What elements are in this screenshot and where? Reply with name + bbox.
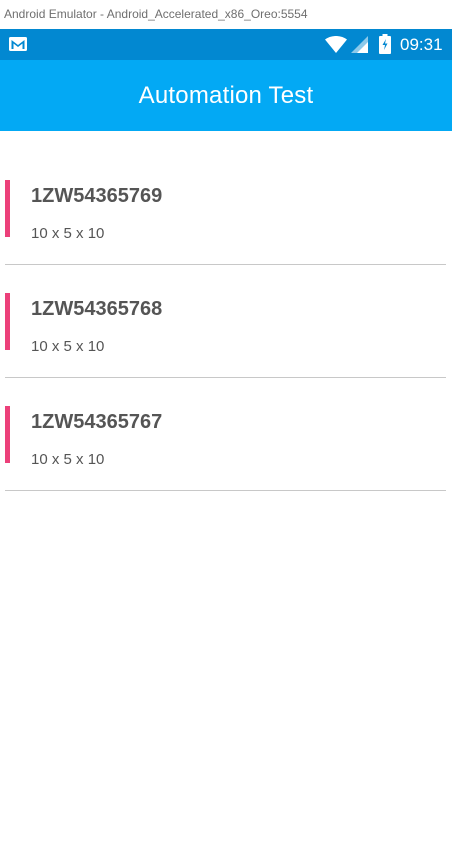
list-item[interactable]: 1ZW54365769 10 x 5 x 10 bbox=[0, 131, 452, 265]
tracking-number: 1ZW54365769 bbox=[31, 185, 163, 207]
tracking-number: 1ZW54365768 bbox=[31, 298, 163, 320]
app-bar-title: Automation Test bbox=[138, 81, 314, 109]
app-bar: Automation Test bbox=[0, 60, 452, 131]
package-dimensions: 10 x 5 x 10 bbox=[31, 338, 105, 355]
accent-bar bbox=[5, 406, 10, 463]
wifi-icon bbox=[325, 36, 347, 53]
status-bar: 09:31 bbox=[0, 29, 452, 60]
accent-bar bbox=[5, 293, 10, 350]
divider bbox=[5, 490, 446, 491]
tracking-number: 1ZW54365767 bbox=[31, 411, 163, 433]
signal-icon bbox=[351, 36, 368, 53]
status-clock: 09:31 bbox=[400, 35, 443, 54]
accent-bar bbox=[5, 180, 10, 237]
package-dimensions: 10 x 5 x 10 bbox=[31, 451, 105, 468]
emulator-window-title: Android Emulator - Android_Accelerated_x… bbox=[0, 0, 452, 29]
list-item[interactable]: 1ZW54365767 10 x 5 x 10 bbox=[0, 357, 452, 491]
gmail-icon bbox=[9, 37, 27, 51]
package-dimensions: 10 x 5 x 10 bbox=[31, 225, 105, 242]
battery-icon bbox=[379, 34, 391, 54]
list-item[interactable]: 1ZW54365768 10 x 5 x 10 bbox=[0, 244, 452, 378]
